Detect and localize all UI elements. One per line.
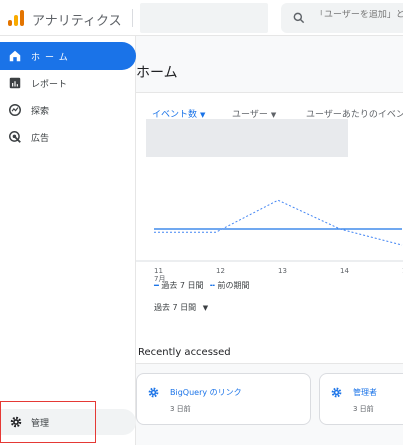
date-range-selector[interactable]: 過去 7 日間 ▼ [154, 302, 208, 313]
recent-item-name: 管理者 [353, 388, 377, 397]
chevron-down-icon: ▼ [202, 304, 209, 312]
date-range-label: 過去 7 日間 [154, 303, 197, 312]
nav-item-home[interactable]: ホーム [0, 42, 136, 70]
chevron-down-icon: ▼ [270, 111, 277, 119]
admin-highlight-box [0, 401, 96, 443]
series-line-previous [154, 199, 403, 246]
chart-legend: ━ 過去 7 日間 ╍ 前の期間 [154, 280, 249, 291]
legend-current-label: 過去 7 日間 [161, 281, 204, 290]
search-icon [293, 12, 305, 24]
analytics-logo-icon[interactable] [8, 10, 24, 26]
chevron-down-icon: ▼ [200, 111, 206, 119]
nav-item-label: ホーム [31, 53, 73, 63]
nav-item-label: 探索 [31, 107, 50, 117]
nav-item-advertising[interactable]: 広告 [0, 123, 136, 151]
app-title: アナリティクス [32, 14, 122, 29]
legend-current-swatch: ━ [154, 281, 159, 290]
search-bar[interactable] [281, 3, 403, 33]
recent-item-admin[interactable]: 管理者 3 日前 [319, 373, 403, 425]
metric-value-placeholder [146, 119, 348, 157]
top-app-bar: アナリティクス [0, 0, 403, 36]
recent-item-time: 3 日前 [170, 405, 191, 413]
main-content: ホーム イベント数▼ ユーザー▼ ユーザーあたりのイベント数 111213141… [136, 36, 403, 445]
x-tick-label: 11 [154, 267, 163, 275]
recent-item-time: 3 日前 [353, 405, 374, 413]
nav-item-reports[interactable]: レポート [0, 69, 136, 97]
nav-item-explore[interactable]: 探索 [0, 96, 136, 124]
search-input[interactable] [315, 10, 403, 20]
account-selector[interactable] [140, 3, 268, 33]
recent-item-name: BigQuery のリンク [170, 388, 242, 397]
title-divider [132, 9, 133, 27]
gear-icon [148, 387, 159, 398]
explore-icon [9, 104, 21, 116]
recent-item-bigquery[interactable]: BigQuery のリンク 3 日前 [136, 373, 311, 425]
nav-item-label: 広告 [31, 134, 50, 144]
gear-icon [331, 387, 342, 398]
recently-accessed-title: Recently accessed [138, 347, 231, 358]
advertising-icon [9, 131, 21, 143]
home-icon [9, 50, 21, 62]
overview-card: イベント数▼ ユーザー▼ ユーザーあたりのイベント数 11121314157月 … [136, 92, 403, 364]
x-tick-label: 13 [278, 267, 287, 275]
left-nav: ホーム レポート 探索 広告 管理 [0, 36, 136, 445]
x-tick-label: 14 [340, 267, 349, 275]
x-tick-label: 12 [216, 267, 225, 275]
nav-item-label: レポート [31, 80, 68, 90]
reports-icon [9, 77, 21, 89]
legend-previous-swatch: ╍ [210, 281, 215, 290]
line-chart: 11121314157月 [136, 199, 403, 283]
legend-previous-label: 前の期間 [217, 281, 250, 290]
page-title: ホーム [136, 65, 178, 81]
